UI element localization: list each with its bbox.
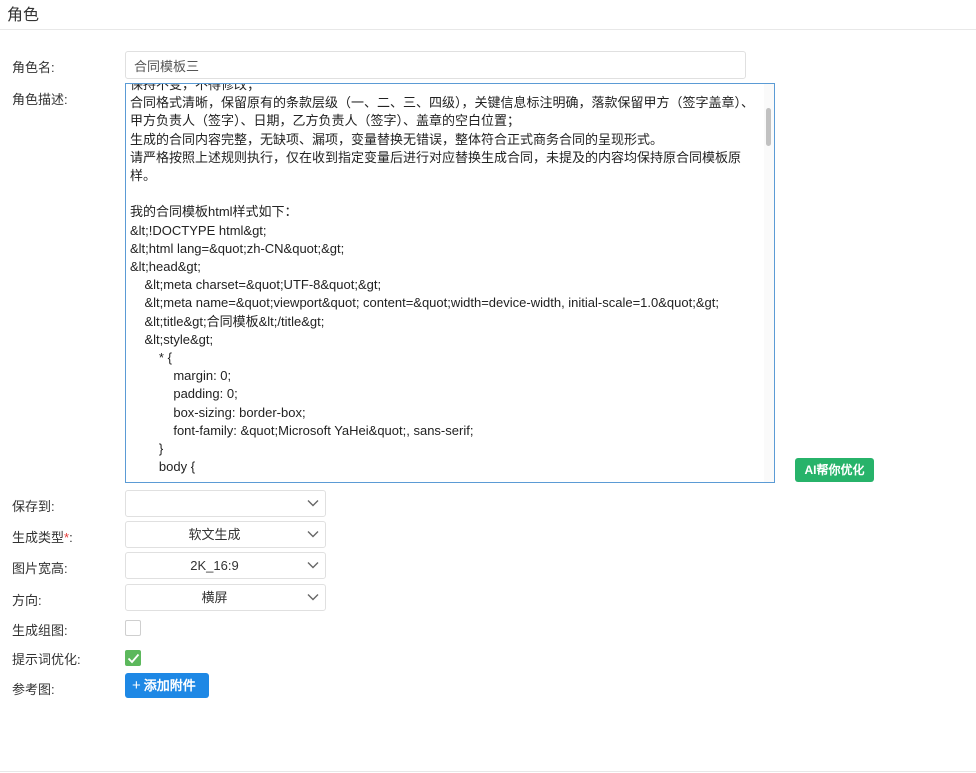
ai-optimize-button[interactable]: AI帮你优化 [795,458,874,482]
chevron-down-icon [307,594,319,601]
role-description-text: 保持不变，不得修改； 合同格式清晰，保留原有的条款层级（一、二、三、四级），关键… [130,83,755,475]
orientation-label: 方向: [12,593,42,608]
page-title: 角色 [7,7,40,24]
role-description-textarea[interactable]: 保持不变，不得修改； 合同格式清晰，保留原有的条款层级（一、二、三、四级），关键… [125,83,775,483]
generation-type-select[interactable]: 软文生成 [125,521,326,548]
generation-type-value: 软文生成 [188,527,241,542]
description-scrollbar[interactable] [764,84,774,482]
prompt-optimize-checkbox[interactable] [125,650,141,666]
add-attachment-label: 添加附件 [143,678,196,693]
plus-icon: + [132,677,141,694]
group-image-label: 生成组图: [12,623,68,638]
reference-image-label: 参考图: [12,682,55,697]
chevron-down-icon [307,500,319,507]
description-scroll-thumb[interactable] [766,108,771,146]
chevron-down-icon [307,531,319,538]
page-header: 角色 [0,0,976,30]
generation-type-label: 生成类型*: [12,530,73,545]
save-to-label: 保存到: [12,499,55,514]
group-image-checkbox[interactable] [125,620,141,636]
image-size-value: 2K_16:9 [190,558,239,573]
role-name-label: 角色名: [12,60,55,75]
save-to-select[interactable] [125,490,326,517]
image-size-label: 图片宽高: [12,561,68,576]
role-name-input[interactable] [125,51,746,79]
check-icon [127,653,140,664]
orientation-select[interactable]: 横屏 [125,584,326,611]
bottom-divider [0,771,976,772]
prompt-optimize-label: 提示词优化: [12,652,81,667]
add-attachment-button[interactable]: + 添加附件 [125,673,209,698]
chevron-down-icon [307,562,319,569]
orientation-value: 横屏 [201,590,228,605]
role-description-label: 角色描述: [12,92,68,107]
image-size-select[interactable]: 2K_16:9 [125,552,326,579]
